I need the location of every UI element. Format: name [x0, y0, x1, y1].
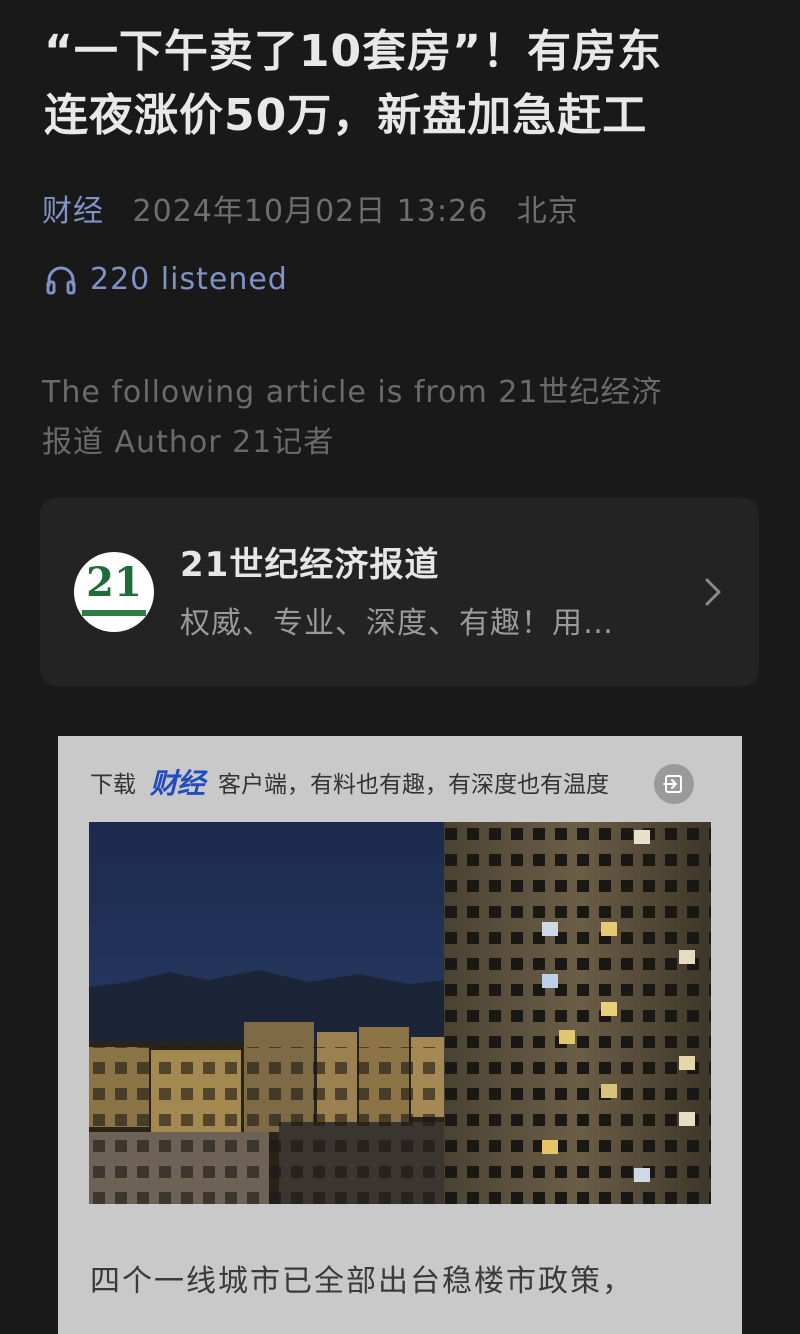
article-title-line-1: “一下午卖了10套房”！有房东	[44, 26, 663, 77]
source-link[interactable]: 财经	[42, 194, 104, 229]
article-title: “一下午卖了10套房”！有房东 连夜涨价50万，新盘加急赶工	[44, 20, 764, 148]
cityscape-image	[89, 822, 711, 1204]
cityscape-photo	[89, 822, 711, 1204]
account-logo-bar	[82, 610, 146, 616]
account-name: 21世纪经济报道	[180, 545, 440, 585]
promo-slogan: 客户端，有料也有趣，有深度也有温度	[218, 772, 610, 798]
listen-count: 220 listened	[90, 262, 288, 297]
article-page: “一下午卖了10套房”！有房东 连夜涨价50万，新盘加急赶工 财经 2024年1…	[0, 0, 800, 1334]
source-note-line-2: 报道 Author 21记者	[42, 425, 335, 460]
promo-download-text: 下载	[90, 772, 136, 798]
account-description: 权威、专业、深度、有趣！用…	[180, 606, 614, 641]
source-note: The following article is from 21世纪经济 报道 …	[42, 368, 762, 468]
article-image-card: 下载 财经 客户端，有料也有趣，有深度也有温度 四个一线城市已全部出台稳楼市政策…	[58, 736, 742, 1334]
headphones-icon	[46, 266, 76, 295]
promo-brand-logo: 财经	[150, 767, 205, 800]
account-logo-text: 21	[86, 559, 142, 606]
account-card[interactable]: 21 21世纪经济报道 权威、专业、深度、有趣！用…	[40, 498, 759, 686]
exit-icon[interactable]	[654, 764, 694, 804]
article-excerpt: 四个一线城市已全部出台稳楼市政策，	[90, 1264, 634, 1299]
article-meta: 财经 2024年10月02日 13:26 北京	[42, 190, 579, 234]
source-note-line-1: The following article is from 21世纪经济	[42, 375, 663, 410]
article-title-line-2: 连夜涨价50万，新盘加急赶工	[44, 90, 648, 141]
account-avatar: 21	[74, 552, 154, 632]
chevron-right-icon	[705, 578, 721, 606]
publish-location: 北京	[516, 194, 579, 229]
listen-button[interactable]: 220 listened	[44, 258, 288, 302]
app-promo-banner[interactable]: 下载 财经 客户端，有料也有趣，有深度也有温度	[90, 762, 609, 802]
publish-date: 2024年10月02日 13:26	[132, 194, 489, 229]
